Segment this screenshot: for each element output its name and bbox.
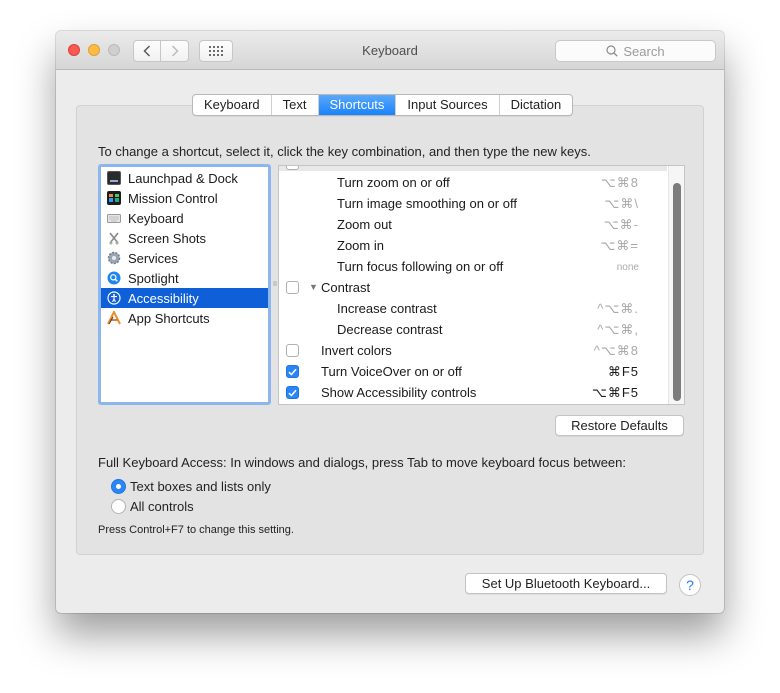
radio-button[interactable] (111, 498, 126, 514)
instructions-text: To change a shortcut, select it, click t… (98, 144, 591, 159)
category-list: Launchpad & Dock Mission Control Keyboar… (98, 164, 271, 405)
shortcut-keys[interactable]: ^⌥⌘. (597, 301, 639, 317)
shortcut-keys[interactable]: ⌥⌘8 (601, 175, 639, 191)
shortcut-keys[interactable]: ⌥⌘= (600, 238, 639, 254)
tab-text[interactable]: Text (272, 95, 319, 115)
app-shortcuts-icon (107, 311, 121, 325)
split-view-divider[interactable] (273, 281, 277, 286)
search-field[interactable]: Search (555, 40, 716, 62)
shortcut-label: Increase contrast (337, 301, 437, 316)
shortcut-row[interactable]: Increase contrast ^⌥⌘. (279, 298, 669, 319)
shortcut-label: Contrast (321, 280, 371, 295)
shortcut-keys[interactable]: ⌥⌘- (604, 217, 639, 233)
shortcut-row[interactable]: Turn zoom on or off ⌥⌘8 (279, 172, 669, 193)
category-app-shortcuts[interactable]: App Shortcuts (101, 308, 268, 328)
category-label: Spotlight (128, 270, 179, 286)
restore-defaults-button[interactable]: Restore Defaults (555, 415, 684, 436)
shortcut-label: Invert colors (321, 343, 392, 358)
category-label: Keyboard (128, 210, 184, 226)
shortcut-label: Zoom out (337, 217, 392, 232)
mission-control-icon (107, 191, 121, 205)
shortcut-group-row[interactable]: ▼ Contrast (279, 277, 669, 298)
category-keyboard[interactable]: Keyboard (101, 208, 268, 228)
radio-all-controls[interactable]: All controls (111, 497, 194, 515)
category-label: Mission Control (128, 190, 218, 206)
shortcut-row[interactable]: Decrease contrast ^⌥⌘, (279, 319, 669, 340)
shortcut-checkbox[interactable] (286, 365, 299, 378)
shortcut-row[interactable]: Zoom out ⌥⌘- (279, 214, 669, 235)
help-icon: ? (686, 577, 694, 593)
shortcut-row[interactable]: Turn focus following on or off none (279, 256, 669, 277)
disclosure-triangle-icon[interactable]: ▼ (309, 282, 318, 292)
category-label: Accessibility (128, 290, 199, 306)
tab-dictation[interactable]: Dictation (500, 95, 573, 115)
scrollbar-thumb[interactable] (673, 183, 681, 401)
category-services[interactable]: Services (101, 248, 268, 268)
shortcut-row[interactable]: Invert colors ^⌥⌘8 (279, 340, 669, 361)
shortcut-list: Turn zoom on or off ⌥⌘8 Turn image smoothi… (278, 165, 685, 405)
shortcut-row[interactable]: Zoom in ⌥⌘= (279, 235, 669, 256)
shortcut-keys[interactable]: none (617, 262, 639, 273)
category-accessibility[interactable]: Accessibility (101, 288, 268, 308)
partially-visible-row (279, 166, 667, 171)
shortcut-checkbox[interactable] (286, 386, 299, 399)
shortcut-label: Turn focus following on or off (337, 259, 504, 274)
keyboard-access-hint: Press Control+F7 to change this setting. (98, 524, 294, 536)
accessibility-icon (107, 291, 121, 305)
shortcut-row[interactable]: Show Accessibility controls ⌥⌘F5 (279, 382, 669, 403)
keyboard-icon (107, 211, 121, 225)
radio-text-boxes-lists[interactable]: Text boxes and lists only (111, 477, 271, 495)
vertical-scrollbar[interactable] (668, 166, 684, 404)
set-up-bluetooth-keyboard-button[interactable]: Set Up Bluetooth Keyboard... (465, 573, 667, 594)
shortcut-label: Zoom in (337, 238, 384, 253)
category-spotlight[interactable]: Spotlight (101, 268, 268, 288)
shortcut-label: Show Accessibility controls (321, 385, 477, 400)
category-label: Launchpad & Dock (128, 170, 238, 186)
shortcut-row[interactable]: Turn image smoothing on or off ⌥⌘\ (279, 193, 669, 214)
launchpad-dock-icon (107, 171, 121, 185)
shortcut-checkbox[interactable] (286, 344, 299, 357)
title-bar: Keyboard Search (56, 31, 724, 70)
full-keyboard-access-label: Full Keyboard Access: In windows and dia… (98, 455, 626, 470)
shortcut-label: Turn image smoothing on or off (337, 196, 517, 211)
category-label: Services (128, 250, 178, 266)
category-mission-control[interactable]: Mission Control (101, 188, 268, 208)
radio-label: Text boxes and lists only (130, 478, 271, 494)
checkmark-icon (288, 368, 297, 376)
gear-icon (107, 251, 121, 265)
shortcut-label: Turn zoom on or off (337, 175, 450, 190)
tab-bar: Keyboard Text Shortcuts Input Sources Di… (192, 94, 574, 116)
shortcut-keys[interactable]: ^⌥⌘, (597, 322, 639, 338)
search-icon (606, 45, 619, 57)
shortcut-keys[interactable]: ⌥⌘F5 (592, 385, 639, 401)
shortcut-label: Turn VoiceOver on or off (321, 364, 462, 379)
category-label: App Shortcuts (128, 310, 210, 326)
shortcut-row[interactable]: Turn VoiceOver on or off ⌘F5 (279, 361, 669, 382)
keyboard-preferences-window: Keyboard Search Keyboard Text Shortcuts … (56, 31, 724, 613)
category-label: Screen Shots (128, 230, 207, 246)
shortcut-keys[interactable]: ⌥⌘\ (604, 196, 639, 212)
help-button[interactable]: ? (679, 574, 701, 596)
search-placeholder: Search (623, 43, 665, 59)
spotlight-icon (107, 271, 121, 285)
tab-input-sources[interactable]: Input Sources (396, 95, 500, 115)
radio-label: All controls (130, 498, 194, 514)
category-screen-shots[interactable]: Screen Shots (101, 228, 268, 248)
screenshot-icon (107, 231, 121, 245)
tab-shortcuts[interactable]: Shortcuts (318, 95, 397, 115)
shortcut-keys[interactable]: ^⌥⌘8 (594, 343, 639, 359)
radio-button-selected[interactable] (111, 478, 126, 494)
category-launchpad-dock[interactable]: Launchpad & Dock (101, 168, 268, 188)
tab-keyboard[interactable]: Keyboard (193, 95, 272, 115)
checkmark-icon (288, 389, 297, 397)
shortcut-label: Decrease contrast (337, 322, 443, 337)
shortcut-keys[interactable]: ⌘F5 (608, 364, 639, 380)
shortcut-checkbox[interactable] (286, 281, 299, 294)
